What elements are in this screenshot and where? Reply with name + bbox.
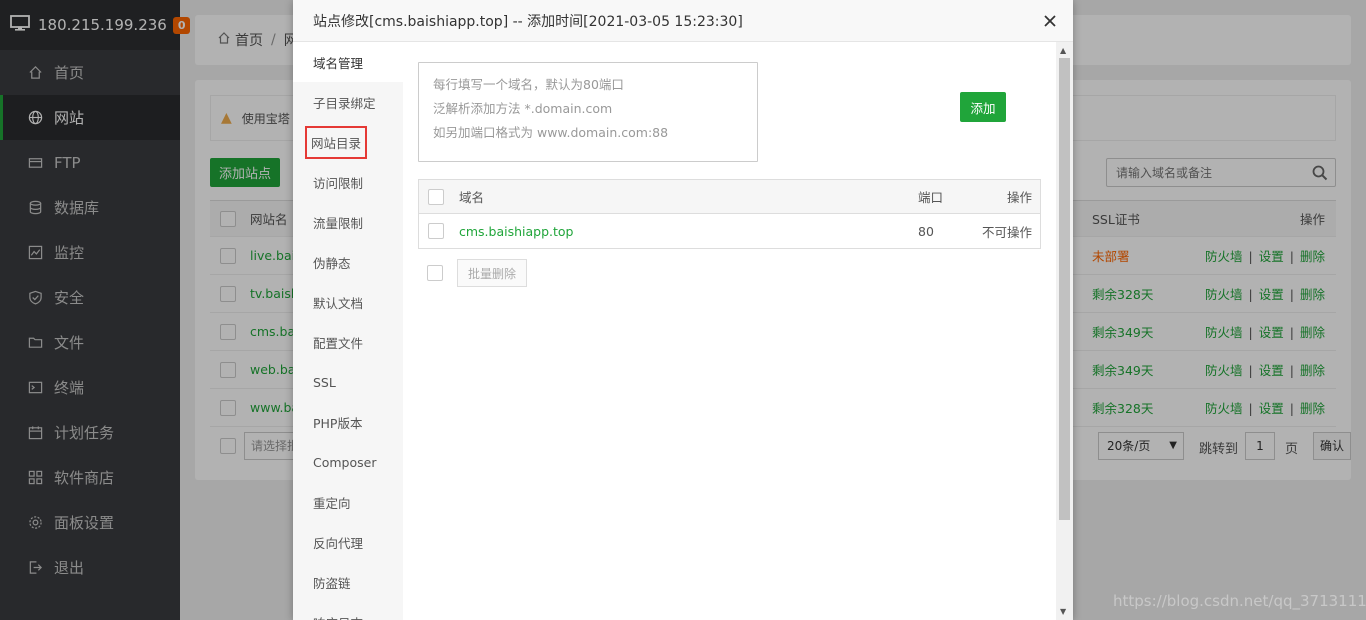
textarea-hint-line: 每行填写一个域名，默认为80端口 <box>433 77 624 92</box>
domain-select-all-checkbox[interactable] <box>428 188 444 205</box>
modal-nav-label: SSL <box>313 374 336 390</box>
modal-nav-item-14[interactable]: 响应日志 <box>293 602 403 620</box>
modal-nav-item-8[interactable]: SSL <box>293 362 403 402</box>
add-domain-button[interactable]: 添加 <box>960 92 1006 122</box>
modal-nav-item-12[interactable]: 反向代理 <box>293 522 403 562</box>
batch-delete-button[interactable]: 批量删除 <box>457 259 527 287</box>
watermark: https://blog.csdn.net/qq_37131111 <box>1113 592 1366 610</box>
col-domain: 域名 <box>459 190 485 205</box>
modal-nav-label: 伪静态 <box>313 255 351 271</box>
batch-checkbox[interactable] <box>427 265 443 281</box>
modal-nav-item-9[interactable]: PHP版本 <box>293 402 403 442</box>
modal-side-nav: 域名管理子目录绑定网站目录访问限制流量限制伪静态默认文档配置文件 SSL PHP版本… <box>293 42 403 620</box>
modal-nav-item-3[interactable]: 访问限制 <box>293 162 403 202</box>
modal-nav-label: 默认文档 <box>313 295 364 311</box>
col-port: 端口 <box>918 190 944 205</box>
modal-nav-label: 配置文件 <box>313 335 364 351</box>
modal-nav-label: 子目录绑定 <box>313 95 376 111</box>
domain-port: 80 <box>918 223 934 239</box>
modal-nav-label: 访问限制 <box>313 175 364 191</box>
scroll-down-icon[interactable]: ▼ <box>1060 607 1066 616</box>
modal-nav-label: 流量限制 <box>313 215 364 231</box>
modal-nav-label: 域名管理 <box>313 55 364 71</box>
textarea-hint-line: 如另加端口格式为 www.domain.com:88 <box>433 125 669 140</box>
col-operation: 操作 <box>1006 190 1032 205</box>
modal-nav-item-11[interactable]: 重定向 <box>293 482 403 522</box>
domain-row-checkbox[interactable] <box>428 223 444 239</box>
domain-operation: 不可操作 <box>981 224 1032 240</box>
modal-nav-item-7[interactable]: 配置文件 <box>293 322 403 362</box>
modal-nav-label: 响应日志 <box>313 613 363 620</box>
close-icon[interactable] <box>1042 13 1058 29</box>
modal-nav-item-6[interactable]: 默认文档 <box>293 282 403 322</box>
domain-management-panel: 每行填写一个域名，默认为80端口 泛解析添加方法 *.domain.com 如另… <box>403 42 1056 620</box>
domain-table-header: 域名 端口 操作 <box>419 180 1040 214</box>
modal-nav-item-5[interactable]: 伪静态 <box>293 242 403 282</box>
site-edit-modal: 站点修改[cms.baishiapp.top] -- 添加时间[2021-03-… <box>293 0 1073 620</box>
modal-nav-label: PHP版本 <box>313 415 363 431</box>
modal-nav-item-2[interactable]: 网站目录 <box>293 122 403 162</box>
modal-scrollbar[interactable]: ▲ ▼ <box>1056 42 1073 620</box>
modal-nav-label: Composer <box>313 454 377 470</box>
modal-nav-label: 防盗链 <box>313 575 351 591</box>
modal-nav-label: 反向代理 <box>313 535 364 551</box>
modal-nav-label: 网站目录 <box>305 125 368 159</box>
modal-nav-item-4[interactable]: 流量限制 <box>293 202 403 242</box>
modal-nav-label: 重定向 <box>313 495 351 511</box>
domain-name[interactable]: cms.baishiapp.top <box>459 224 574 239</box>
domain-table: 域名 端口 操作 cms.baishiapp.top 80 不可操作 <box>418 179 1041 249</box>
textarea-hint-line: 泛解析添加方法 *.domain.com <box>433 101 613 116</box>
domain-textarea[interactable]: 每行填写一个域名，默认为80端口 泛解析添加方法 *.domain.com 如另… <box>418 62 758 162</box>
scroll-up-icon[interactable]: ▲ <box>1060 46 1066 55</box>
modal-title: 站点修改[cms.baishiapp.top] -- 添加时间[2021-03-… <box>293 0 1073 42</box>
modal-nav-item-13[interactable]: 防盗链 <box>293 562 403 602</box>
domain-row: cms.baishiapp.top 80 不可操作 <box>419 214 1040 248</box>
scroll-thumb[interactable] <box>1059 58 1070 520</box>
modal-nav-item-1[interactable]: 子目录绑定 <box>293 82 403 122</box>
modal-nav-item-0[interactable]: 域名管理 <box>293 42 403 82</box>
modal-nav-item-10[interactable]: Composer <box>293 442 403 482</box>
